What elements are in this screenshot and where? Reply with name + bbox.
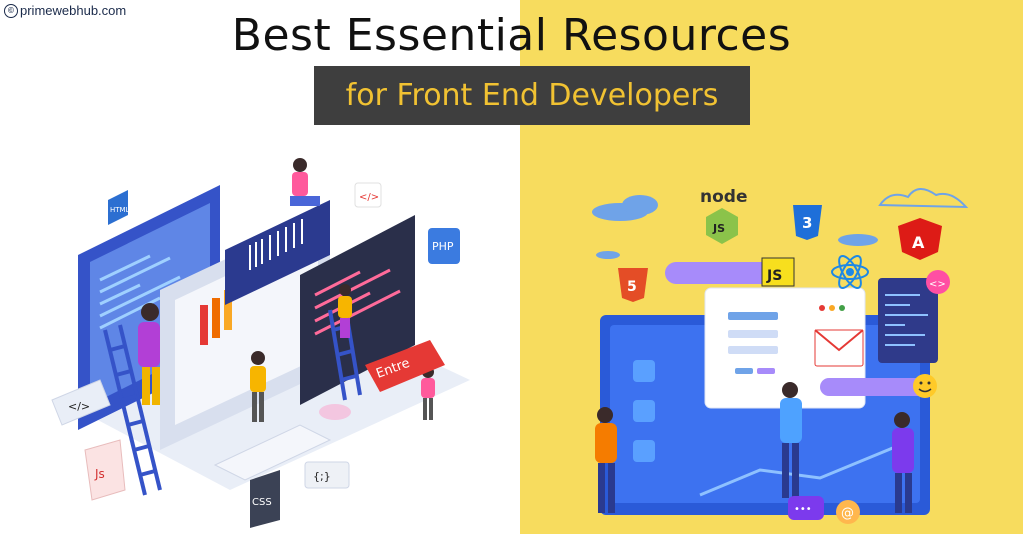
cloud-small bbox=[596, 251, 620, 259]
svg-text:JS: JS bbox=[712, 222, 725, 235]
angular-icon: A bbox=[898, 218, 942, 260]
chat-bar bbox=[665, 262, 775, 284]
at-icon: @ bbox=[836, 500, 860, 524]
nodejs-icon: node JS bbox=[700, 187, 747, 244]
card-pill bbox=[735, 368, 753, 374]
svg-text:A: A bbox=[912, 233, 925, 252]
svg-text:5: 5 bbox=[627, 279, 637, 295]
code-bubble-icon: <> bbox=[926, 270, 950, 294]
svg-text:JS: JS bbox=[766, 268, 782, 284]
html5-icon: 5 bbox=[618, 268, 648, 302]
window-dot bbox=[819, 305, 825, 311]
cloud-right bbox=[878, 188, 969, 209]
card-pill bbox=[757, 368, 775, 374]
svg-text:node: node bbox=[700, 187, 747, 207]
sidebar-icon bbox=[633, 400, 655, 422]
page-title: Best Essential Resources bbox=[231, 10, 792, 61]
sidebar-icon bbox=[633, 440, 655, 462]
svg-text:@: @ bbox=[841, 506, 854, 521]
subtitle-banner: for Front End Developers bbox=[314, 66, 750, 125]
cloud-left bbox=[592, 195, 658, 221]
card-line bbox=[728, 330, 778, 338]
page-subtitle: for Front End Developers bbox=[345, 78, 719, 113]
svg-text:<>: <> bbox=[929, 279, 946, 290]
css3-icon: 3 bbox=[793, 205, 822, 240]
window-dot bbox=[829, 305, 835, 311]
card-line bbox=[728, 346, 778, 354]
chat-bubble-icon: ••• bbox=[788, 496, 824, 520]
react-icon bbox=[831, 255, 869, 289]
smiley-icon bbox=[913, 374, 937, 398]
js-icon: JS bbox=[761, 257, 795, 287]
card-line bbox=[728, 312, 778, 320]
sidebar-icon bbox=[633, 360, 655, 382]
svg-text:3: 3 bbox=[802, 214, 812, 232]
svg-text:•••: ••• bbox=[794, 504, 812, 515]
cloud-mid bbox=[838, 234, 878, 246]
code-panel bbox=[878, 278, 938, 363]
window-dot bbox=[839, 305, 845, 311]
